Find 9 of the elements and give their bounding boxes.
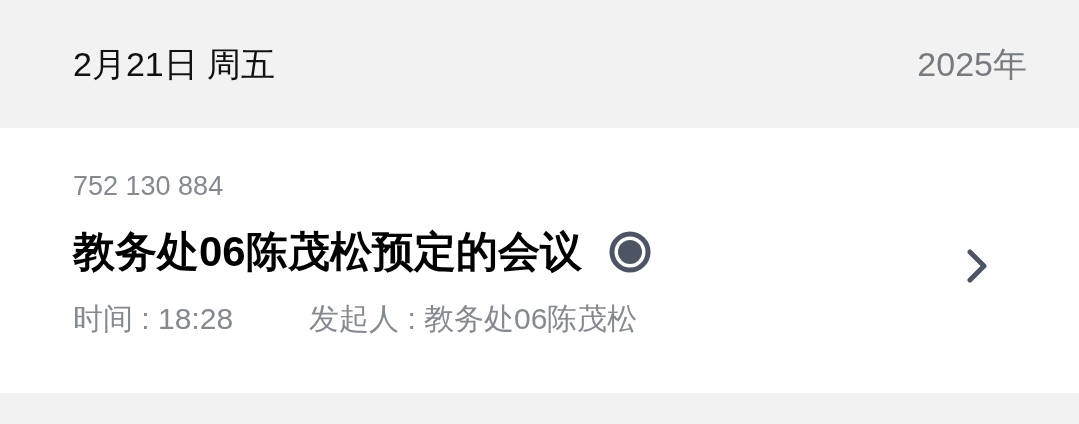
date-label: 2月21日 周五	[73, 43, 276, 85]
meeting-organizer: 发起人 : 教务处06陈茂松	[309, 301, 638, 337]
meeting-number: 752 130 884	[73, 170, 225, 203]
year-label: 2025年	[917, 43, 1027, 85]
meeting-time: 时间 : 18:28	[73, 301, 234, 337]
chevron-right-icon	[965, 247, 989, 284]
meeting-card[interactable]: 752 130 884 教务处06陈茂松预定的会议 时间 : 18:28 发起人 : 教务处06陈茂松	[0, 128, 1079, 393]
record-icon	[607, 230, 652, 274]
meeting-title: 教务处06陈茂松预定的会议	[73, 227, 582, 277]
